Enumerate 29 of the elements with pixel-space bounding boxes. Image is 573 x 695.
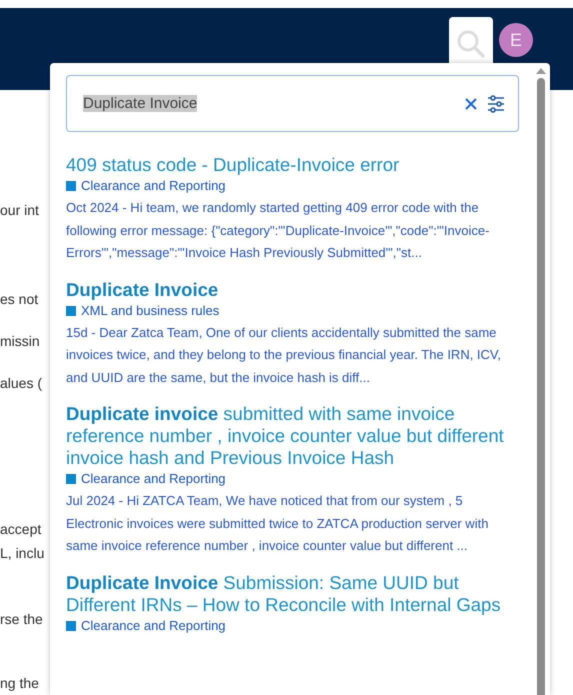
category-link[interactable]: XML and business rules	[81, 302, 220, 320]
category-link[interactable]: Clearance and Reporting	[81, 616, 226, 634]
result-excerpt: Jul 2024 - Hi ZATCA Team, We have noticed that from our system , 5 Electronic invoices were submitted twice to ZATCA production server with same invoice reference number , invoice counter value but different ...	[66, 492, 490, 555]
category-square-icon	[66, 306, 76, 316]
body-text: accept	[0, 520, 42, 539]
sliders-icon[interactable]	[487, 94, 505, 112]
body-text: L, inclu	[0, 544, 44, 563]
category-square-icon	[66, 181, 76, 191]
scroll-up-icon[interactable]	[536, 67, 546, 74]
result-title-link[interactable]: Duplicate Invoice	[66, 278, 519, 300]
category-square-icon	[66, 620, 76, 630]
result-title-link[interactable]: Duplicate invoice submitted with same invoice reference number , invoice counter value but different invoice hash and Previous Invoice Hash	[66, 403, 519, 469]
body-text: alues (	[0, 374, 42, 393]
result-title-link[interactable]: 409 status code - Duplicate-Invoice error	[66, 154, 519, 176]
result-title-link[interactable]: Duplicate Invoice Submission: Same UUID but Different IRNs – How to Reconcile with Internal Gaps	[66, 572, 519, 616]
body-text: our int	[0, 201, 39, 220]
search-icon	[456, 29, 486, 59]
category-link[interactable]: Clearance and Reporting	[81, 177, 226, 195]
category-link[interactable]: Clearance and Reporting	[81, 470, 226, 488]
scrollbar-thumb[interactable]	[537, 78, 545, 695]
close-icon[interactable]	[465, 98, 477, 110]
body-text: ng the	[0, 674, 39, 693]
body-text: es not	[0, 290, 38, 309]
result-excerpt: 15d - Dear Zatca Team, One of our clients accidentally submitted the same invoices twice, and they belong to the previous financial year. The IRN, ICV, and UUID are the same, but the invoice hash is diff...	[66, 324, 502, 386]
body-text: missin	[0, 332, 40, 351]
category-square-icon	[66, 474, 76, 484]
search-field[interactable]: Duplicate Invoice	[66, 75, 519, 132]
result-excerpt: Oct 2024 - Hi team, we randomly started getting 409 error code with the following error message: {"category":"'Duplicate-Invoice'","code":"'Invoice-Errors'","message":"'Invoice Hash Previously Submitted'","st...	[66, 199, 490, 262]
body-text: rse the	[0, 610, 43, 629]
